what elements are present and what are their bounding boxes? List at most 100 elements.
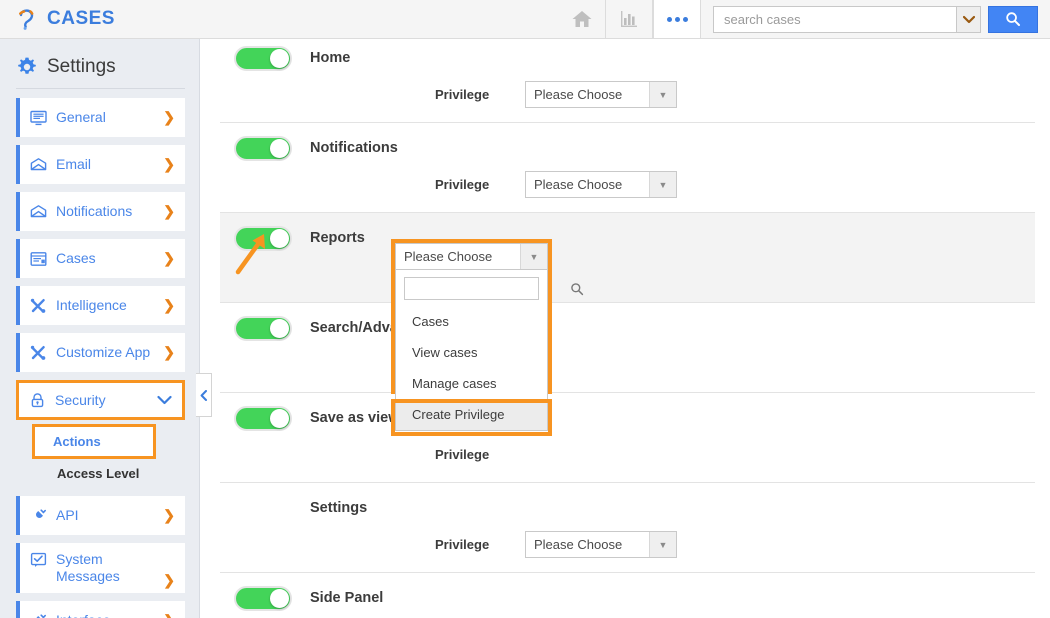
sidebar-item-security[interactable]: Security xyxy=(16,380,185,420)
row-title: Side Panel xyxy=(310,590,384,606)
privilege-row: Search/Advanced Search Privilege Please … xyxy=(220,303,1035,393)
dropdown-search-box[interactable] xyxy=(404,277,584,300)
privilege-label: Privilege xyxy=(435,447,490,462)
dot-3 xyxy=(682,16,688,22)
dropdown-search-input[interactable] xyxy=(411,280,570,297)
sidebar-subitem-access-level[interactable]: Access Level xyxy=(32,459,185,488)
sidebar-item-cases[interactable]: Cases ❯ xyxy=(16,239,185,278)
caret-down-icon[interactable]: ▼ xyxy=(649,82,676,107)
sidebar-item-label: General xyxy=(56,109,106,126)
plug-icon xyxy=(30,508,47,524)
privilege-select-notifications[interactable]: Please Choose ▼ xyxy=(525,171,677,198)
row-title: Settings xyxy=(310,500,368,516)
envelope-icon xyxy=(30,204,47,219)
checkbox-icon xyxy=(30,552,47,568)
sidebar-item-intelligence[interactable]: Intelligence ❯ xyxy=(16,286,185,325)
cases-spiral-logo-icon xyxy=(14,6,40,32)
toggle-notifications[interactable] xyxy=(234,135,292,161)
privilege-row: Home Privilege Please Choose ▼ xyxy=(220,39,1035,123)
sidebar-item-label: API xyxy=(56,507,79,524)
sidebar-item-label: Intelligence xyxy=(56,297,127,314)
monitor-icon xyxy=(30,110,47,126)
caret-down-icon[interactable]: ▼ xyxy=(649,172,676,197)
settings-sidebar: Settings General ❯ Email ❯ Notifications… xyxy=(0,39,200,618)
toggle-save-as-view[interactable] xyxy=(234,405,292,431)
sidebar-item-label: Customize App xyxy=(56,344,151,361)
sidebar-item-label: Email xyxy=(56,156,92,173)
brand-text: CASES xyxy=(47,8,115,29)
row-body: Privilege Please Choose ▼ xyxy=(220,441,1035,468)
sidebar-item-interface[interactable]: Interface ❯ xyxy=(16,601,185,618)
global-search xyxy=(713,5,1038,33)
privilege-select-home[interactable]: Please Choose ▼ xyxy=(525,81,677,108)
chevron-right-icon: ❯ xyxy=(163,250,175,266)
tools-icon xyxy=(30,298,47,314)
more-dots-icon[interactable] xyxy=(653,0,701,38)
chevron-right-icon: ❯ xyxy=(163,297,175,313)
dot-2 xyxy=(674,16,680,22)
dot-1 xyxy=(666,16,672,22)
sidebar-header: Settings xyxy=(0,39,199,78)
plug-icon xyxy=(30,613,47,618)
privilege-row: Save as view Privilege Please Choose ▼ xyxy=(220,393,1035,483)
page-title: Settings xyxy=(47,56,116,77)
row-head: Notifications xyxy=(220,135,1035,161)
chevron-right-icon: ❯ xyxy=(163,109,175,125)
row-head: Side Panel xyxy=(220,585,1035,611)
toggle-cell xyxy=(220,315,310,341)
bar-chart-icon[interactable] xyxy=(606,0,652,38)
row-body: Privilege Please Choose ▼ xyxy=(220,81,1035,108)
app-window: CASES search cases Settings General ❯ Em… xyxy=(0,0,1050,618)
dropdown-panel: Cases View cases Manage cases Create Pri… xyxy=(395,270,584,431)
toggle-search[interactable] xyxy=(234,315,292,341)
sidebar-item-customize-app[interactable]: Customize App ❯ xyxy=(16,333,185,372)
home-icon[interactable] xyxy=(559,0,605,38)
row-head: Home xyxy=(220,45,1035,71)
privilege-label: Privilege xyxy=(435,537,490,552)
privilege-label: Privilege xyxy=(435,87,490,102)
row-title: Notifications xyxy=(310,140,398,156)
sidebar-collapse-handle[interactable] xyxy=(196,373,212,417)
row-body: Privilege Please Choose ▼ xyxy=(220,171,1035,198)
sidebar-subitem-actions[interactable]: Actions xyxy=(32,424,156,459)
dropdown-option-manage-cases[interactable]: Manage cases xyxy=(396,368,547,399)
search-input-box[interactable] xyxy=(713,5,956,33)
orange-arrow-icon xyxy=(232,228,278,276)
sidebar-item-label: System Messages xyxy=(56,551,120,584)
chevron-right-icon: ❯ xyxy=(163,344,175,360)
dropdown-option-create-privilege[interactable]: Create Privilege xyxy=(396,399,547,430)
search-button[interactable] xyxy=(988,5,1038,33)
toggle-knob xyxy=(270,48,289,68)
toggle-knob xyxy=(270,408,289,428)
sidebar-nav: General ❯ Email ❯ Notifications ❯ Cases … xyxy=(0,89,199,618)
row-title: Reports xyxy=(310,230,365,246)
row-title: Save as view xyxy=(310,410,400,426)
dropdown-option-cases[interactable]: Cases xyxy=(396,306,547,337)
caret-down-icon[interactable]: ▼ xyxy=(649,532,676,557)
top-bar: CASES xyxy=(0,0,1050,39)
toggle-cell xyxy=(220,45,310,71)
toggle-cell xyxy=(220,405,310,431)
privilege-select-settings[interactable]: Please Choose ▼ xyxy=(525,531,677,558)
row-head: Save as view xyxy=(220,405,1035,431)
sidebar-item-email[interactable]: Email ❯ xyxy=(16,145,185,184)
sidebar-item-notifications[interactable]: Notifications ❯ xyxy=(16,192,185,231)
dropdown-header[interactable]: Please Choose ▼ xyxy=(395,243,548,270)
row-title: Home xyxy=(310,50,351,66)
search-input[interactable] xyxy=(722,10,948,28)
sidebar-item-general[interactable]: General ❯ xyxy=(16,98,185,137)
dropdown-selected-value: Please Choose xyxy=(404,249,493,264)
sidebar-item-label: Cases xyxy=(56,250,96,267)
toggle-side-panel[interactable] xyxy=(234,585,292,611)
dropdown-option-view-cases[interactable]: View cases xyxy=(396,337,547,368)
toggle-home[interactable] xyxy=(234,45,292,71)
privilege-row: Settings Privilege Please Choose ▼ xyxy=(220,483,1035,573)
caret-down-icon[interactable]: ▼ xyxy=(520,244,547,269)
toggle-cell xyxy=(220,135,310,161)
brand[interactable]: CASES xyxy=(0,6,115,32)
chevron-right-icon: ❯ xyxy=(163,156,175,172)
privilege-row: Side Panel Privilege Please Choose ▼ xyxy=(220,573,1035,618)
search-scope-chevron-down-icon[interactable] xyxy=(956,5,981,33)
sidebar-item-api[interactable]: API ❯ xyxy=(16,496,185,535)
sidebar-item-system-messages[interactable]: System Messages ❯ xyxy=(16,543,185,593)
